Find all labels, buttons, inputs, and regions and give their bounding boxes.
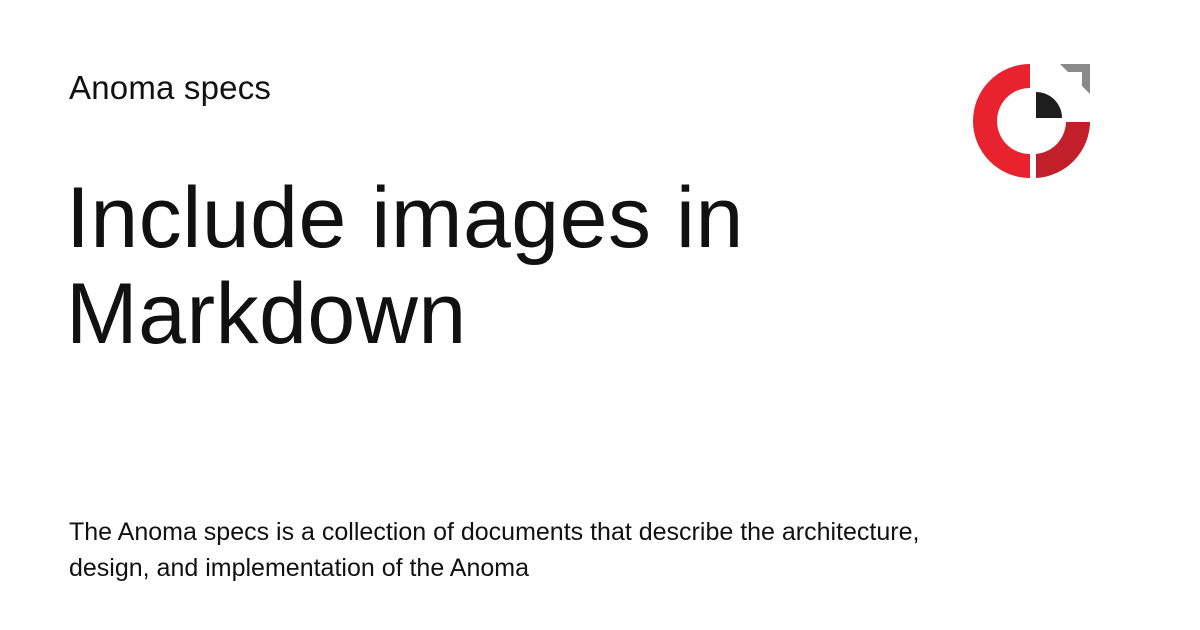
site-name: Anoma specs: [69, 69, 272, 106]
page-title: Include images in Markdown: [66, 170, 744, 362]
anoma-logo-icon: [973, 64, 1090, 178]
logo-gray-bracket: [1060, 64, 1090, 94]
logo-red-arc: [973, 64, 1030, 178]
logo-black-quarter: [1036, 92, 1062, 118]
social-card: Anoma specs Include images in Markdown T…: [0, 0, 1200, 630]
page-description: The Anoma specs is a collection of docum…: [69, 518, 920, 582]
logo-darkred-quarter: [1036, 122, 1090, 178]
